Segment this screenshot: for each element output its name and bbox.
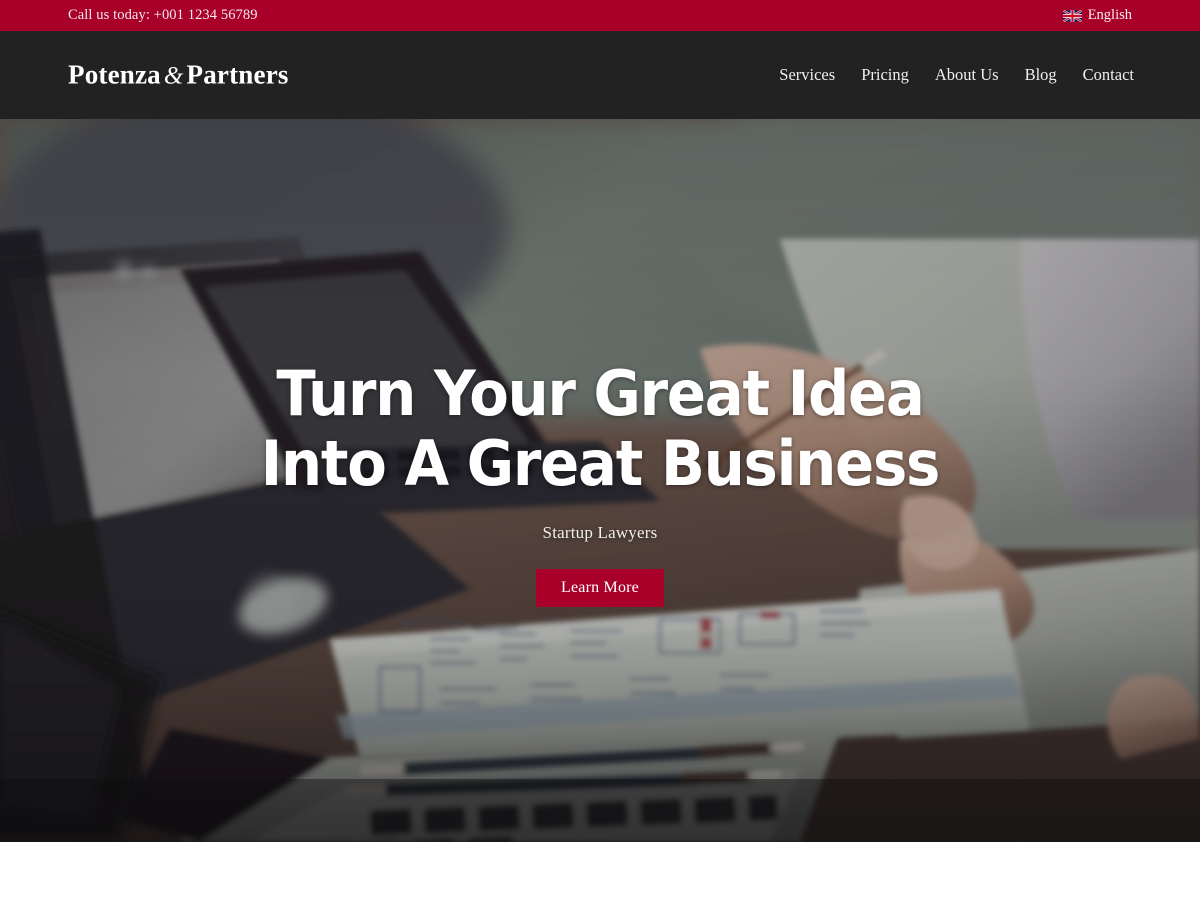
site-logo[interactable]: Potenza & Partners	[68, 60, 289, 91]
nav-item-blog[interactable]: Blog	[1025, 65, 1057, 85]
hero-content: Turn Your Great Idea Into A Great Busine…	[0, 119, 1200, 842]
below-fold-section	[0, 842, 1200, 900]
hero-section: Turn Your Great Idea Into A Great Busine…	[0, 119, 1200, 842]
primary-nav-links: Services Pricing About Us Blog Contact	[779, 65, 1134, 85]
hero-subtitle: Startup Lawyers	[542, 523, 658, 542]
phone-number-text: Call us today: +001 1234 56789	[68, 7, 258, 23]
learn-more-button[interactable]: Learn More	[536, 569, 664, 607]
main-navigation-bar: Potenza & Partners Services Pricing About …	[0, 31, 1200, 119]
top-utility-bar: Call us today: +001 1234 56789 English	[0, 0, 1200, 31]
uk-flag-icon	[1062, 9, 1082, 22]
language-label: English	[1087, 7, 1132, 23]
language-selector[interactable]: English	[1062, 7, 1132, 24]
nav-item-about-us[interactable]: About Us	[935, 65, 999, 85]
nav-item-pricing[interactable]: Pricing	[861, 65, 909, 85]
hero-headline: Turn Your Great Idea Into A Great Busine…	[260, 357, 941, 500]
nav-item-contact[interactable]: Contact	[1083, 65, 1134, 85]
nav-item-services[interactable]: Services	[779, 65, 835, 85]
logo-word-one: Potenza	[68, 59, 161, 90]
logo-ampersand: &	[163, 62, 184, 90]
logo-word-two: Partners	[186, 59, 289, 90]
